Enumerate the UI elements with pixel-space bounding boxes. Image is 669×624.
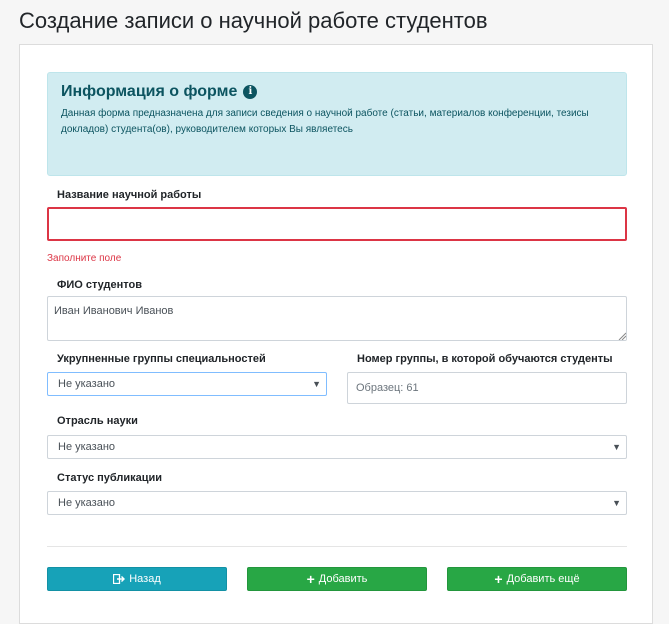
science-branch-label: Отрасль науки xyxy=(57,415,138,427)
group-number-input[interactable]: Образец: 61 xyxy=(347,372,627,404)
work-title-label: Название научной работы xyxy=(57,189,202,201)
science-branch-value: Не указано xyxy=(58,441,116,453)
form-card: Информация о форме i Данная форма предна… xyxy=(19,44,653,624)
publication-status-value: Не указано xyxy=(58,497,116,509)
work-title-error: Заполните поле xyxy=(47,253,122,264)
add-button-label: Добавить xyxy=(318,573,368,585)
add-button[interactable]: + Добавить xyxy=(247,567,427,591)
back-button-label: Назад xyxy=(129,573,161,585)
sign-out-icon xyxy=(113,574,126,584)
students-label: ФИО студентов xyxy=(57,279,142,291)
group-number-placeholder: Образец: 61 xyxy=(356,382,419,394)
chevron-down-icon: ▼ xyxy=(612,442,621,452)
students-textarea[interactable]: Иван Иванович Иванов xyxy=(47,296,627,341)
info-title-row: Информация о форме i xyxy=(61,81,613,103)
resize-grip-icon[interactable] xyxy=(618,332,626,340)
work-title-input[interactable] xyxy=(47,207,627,241)
back-button[interactable]: Назад xyxy=(47,567,227,591)
students-field-wrap: Иван Иванович Иванов xyxy=(47,296,627,341)
add-more-button[interactable]: + Добавить ещё xyxy=(447,567,627,591)
publication-status-label: Статус публикации xyxy=(57,472,163,484)
group-number-label: Номер группы, в которой обучаются студен… xyxy=(357,353,613,365)
specialty-groups-value: Не указано xyxy=(58,378,116,390)
add-more-button-label: Добавить ещё xyxy=(506,573,580,585)
info-text: Данная форма предназначена для записи св… xyxy=(61,108,589,135)
specialty-groups-label: Укрупненные группы специальностей xyxy=(57,353,266,365)
plus-icon: + xyxy=(306,571,315,587)
info-icon: i xyxy=(243,85,258,99)
publication-status-select[interactable]: Не указано ▼ xyxy=(47,491,627,515)
specialty-groups-select[interactable]: Не указано ▼ xyxy=(47,372,327,396)
plus-icon: + xyxy=(494,571,503,587)
divider xyxy=(47,546,627,547)
chevron-down-icon: ▼ xyxy=(612,498,621,508)
info-box: Информация о форме i Данная форма предна… xyxy=(47,72,627,176)
page-title: Создание записи о научной работе студент… xyxy=(19,8,488,33)
chevron-down-icon: ▼ xyxy=(312,379,321,389)
science-branch-select[interactable]: Не указано ▼ xyxy=(47,435,627,459)
info-title: Информация о форме xyxy=(61,83,238,100)
